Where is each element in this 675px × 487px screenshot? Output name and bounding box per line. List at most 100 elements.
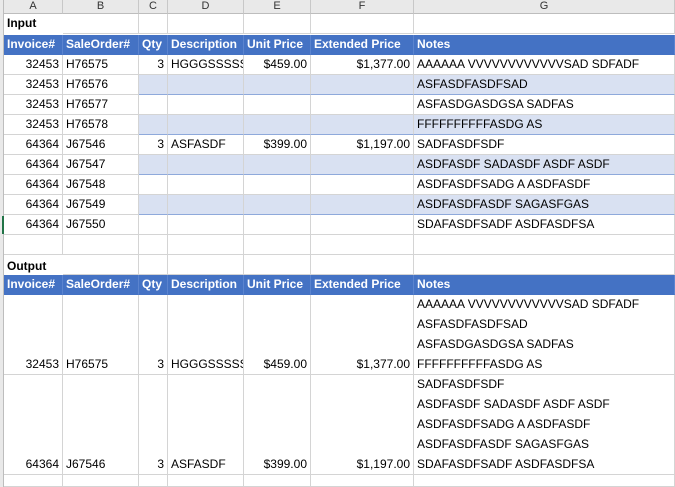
input-row-6-col-1[interactable]: J67548 xyxy=(63,175,139,195)
input-row-6-col-3[interactable] xyxy=(168,175,244,195)
input-row-7-col-3[interactable] xyxy=(168,195,244,215)
input-row-8-col-5[interactable] xyxy=(311,215,414,235)
input-row-4-col-0[interactable]: 64364 xyxy=(4,135,63,155)
output-row-1-col-3[interactable]: ASFASDF xyxy=(168,375,244,475)
input-header-2[interactable]: Qty xyxy=(139,35,168,55)
input-row-4-col-4[interactable]: $399.00 xyxy=(244,135,311,155)
column-header-b[interactable]: B xyxy=(63,0,139,14)
column-header-g[interactable]: G xyxy=(414,0,675,14)
output-row-1-col-4[interactable]: $399.00 xyxy=(244,375,311,475)
input-row-7-col-2[interactable] xyxy=(139,195,168,215)
column-header-f[interactable]: F xyxy=(311,0,414,14)
input-row-8-col-1[interactable]: J67550 xyxy=(63,215,139,235)
input-row-7-col-5[interactable] xyxy=(311,195,414,215)
blank-cell[interactable] xyxy=(414,14,675,34)
blank-cell[interactable] xyxy=(414,235,675,255)
input-row-0-col-0[interactable]: 32453 xyxy=(4,55,63,75)
input-row-0-col-1[interactable]: H76575 xyxy=(63,55,139,75)
input-row-0-col-6[interactable]: AAAAAA VVVVVVVVVVVVSAD SDFADF xyxy=(414,55,675,75)
input-row-8-col-6[interactable]: SDAFASDFSADF ASDFASDFSA xyxy=(414,215,675,235)
input-row-1-col-5[interactable] xyxy=(311,75,414,95)
blank-cell[interactable] xyxy=(311,475,414,487)
output-header-1[interactable]: SaleOrder# xyxy=(63,275,139,295)
input-row-3-col-5[interactable] xyxy=(311,115,414,135)
input-row-8-col-4[interactable] xyxy=(244,215,311,235)
input-header-3[interactable]: Description xyxy=(168,35,244,55)
blank-cell[interactable] xyxy=(139,475,168,487)
input-row-1-col-6[interactable]: ASFASDFASDFSAD xyxy=(414,75,675,95)
input-row-2-col-1[interactable]: H76577 xyxy=(63,95,139,115)
blank-cell[interactable] xyxy=(311,235,414,255)
input-row-4-col-6[interactable]: SADFASDFSDF xyxy=(414,135,675,155)
blank-cell[interactable] xyxy=(4,235,63,255)
input-row-0-col-4[interactable]: $459.00 xyxy=(244,55,311,75)
input-row-7-col-4[interactable] xyxy=(244,195,311,215)
input-header-0[interactable]: Invoice# xyxy=(4,35,63,55)
input-row-7-col-0[interactable]: 64364 xyxy=(4,195,63,215)
column-header-a[interactable]: A xyxy=(4,0,63,14)
output-row-0-col-1[interactable]: H76575 xyxy=(63,295,139,375)
input-row-2-col-2[interactable] xyxy=(139,95,168,115)
blank-cell[interactable] xyxy=(139,255,168,275)
output-row-1-col-5[interactable]: $1,197.00 xyxy=(311,375,414,475)
output-row-0-notes[interactable]: AAAAAA VVVVVVVVVVVVSAD SDFADF ASFASDFASDF… xyxy=(414,295,675,375)
input-row-3-col-0[interactable]: 32453 xyxy=(4,115,63,135)
input-row-5-col-4[interactable] xyxy=(244,155,311,175)
input-row-2-col-4[interactable] xyxy=(244,95,311,115)
input-header-6[interactable]: Notes xyxy=(414,35,675,55)
blank-cell[interactable] xyxy=(139,14,168,34)
input-row-4-col-5[interactable]: $1,197.00 xyxy=(311,135,414,155)
input-row-1-col-2[interactable] xyxy=(139,75,168,95)
blank-cell[interactable] xyxy=(63,255,139,275)
input-row-5-col-2[interactable] xyxy=(139,155,168,175)
input-row-3-col-1[interactable]: H76578 xyxy=(63,115,139,135)
input-row-4-col-1[interactable]: J67546 xyxy=(63,135,139,155)
input-row-3-col-4[interactable] xyxy=(244,115,311,135)
input-row-5-col-6[interactable]: ASDFASDF SADASDF ASDF ASDF xyxy=(414,155,675,175)
output-row-1-col-0[interactable]: 64364 xyxy=(4,375,63,475)
output-row-0-col-4[interactable]: $459.00 xyxy=(244,295,311,375)
input-row-5-col-1[interactable]: J67547 xyxy=(63,155,139,175)
input-row-5-col-0[interactable]: 64364 xyxy=(4,155,63,175)
blank-cell[interactable] xyxy=(168,235,244,255)
blank-cell[interactable] xyxy=(168,14,244,34)
column-header-d[interactable]: D xyxy=(168,0,244,14)
input-row-1-col-0[interactable]: 32453 xyxy=(4,75,63,95)
input-row-2-col-6[interactable]: ASFASDGASDGSA SADFAS xyxy=(414,95,675,115)
blank-cell[interactable] xyxy=(63,475,139,487)
column-header-c[interactable]: C xyxy=(139,0,168,14)
column-header-e[interactable]: E xyxy=(244,0,311,14)
blank-cell[interactable] xyxy=(311,255,414,275)
blank-cell[interactable] xyxy=(139,235,168,255)
blank-cell[interactable] xyxy=(414,255,675,275)
blank-cell[interactable] xyxy=(244,255,311,275)
input-row-6-col-2[interactable] xyxy=(139,175,168,195)
input-row-7-col-6[interactable]: ASDFASDFASDF SAGASFGAS xyxy=(414,195,675,215)
input-row-8-col-2[interactable] xyxy=(139,215,168,235)
input-row-6-col-5[interactable] xyxy=(311,175,414,195)
output-row-1-notes[interactable]: SADFASDFSDF ASDFASDF SADASDF ASDF ASDF ASD… xyxy=(414,375,675,475)
input-row-8-col-0[interactable]: 64364 xyxy=(4,215,63,235)
output-header-0[interactable]: Invoice# xyxy=(4,275,63,295)
output-row-0-col-2[interactable]: 3 xyxy=(139,295,168,375)
input-header-4[interactable]: Unit Price xyxy=(244,35,311,55)
spreadsheet-grid[interactable]: A B C D E F G Input Invoice# SaleOrder# Qty Descrip… xyxy=(0,0,675,487)
input-row-4-col-3[interactable]: ASFASDF xyxy=(168,135,244,155)
blank-cell[interactable] xyxy=(244,475,311,487)
output-header-3[interactable]: Description xyxy=(168,275,244,295)
blank-cell[interactable] xyxy=(244,14,311,34)
output-header-4[interactable]: Unit Price xyxy=(244,275,311,295)
input-row-6-col-0[interactable]: 64364 xyxy=(4,175,63,195)
blank-cell[interactable] xyxy=(63,235,139,255)
input-row-2-col-0[interactable]: 32453 xyxy=(4,95,63,115)
output-row-1-col-2[interactable]: 3 xyxy=(139,375,168,475)
input-row-7-col-1[interactable]: J67549 xyxy=(63,195,139,215)
input-row-1-col-1[interactable]: H76576 xyxy=(63,75,139,95)
blank-cell[interactable] xyxy=(311,14,414,34)
input-header-1[interactable]: SaleOrder# xyxy=(63,35,139,55)
input-row-3-col-6[interactable]: FFFFFFFFFFASDG AS xyxy=(414,115,675,135)
output-row-0-col-3[interactable]: HGGGSSSSS xyxy=(168,295,244,375)
input-row-3-col-2[interactable] xyxy=(139,115,168,135)
blank-cell[interactable] xyxy=(168,475,244,487)
input-row-2-col-3[interactable] xyxy=(168,95,244,115)
